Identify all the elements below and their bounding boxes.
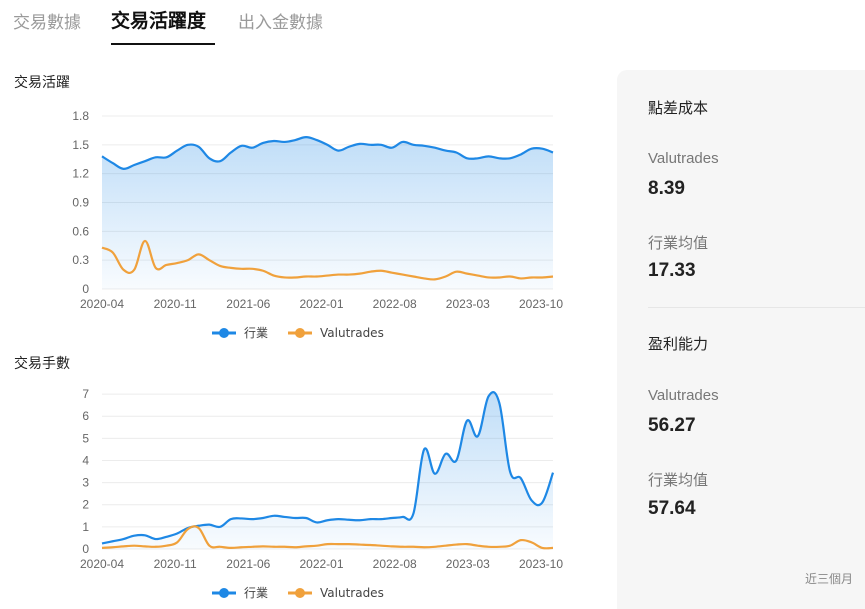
profit-avg-label: 行業均值 xyxy=(648,472,709,489)
spread-broker-value: 8.39 xyxy=(648,178,685,199)
legend-valutrades-marker xyxy=(295,588,305,598)
x-tick-label: 2023-10 xyxy=(519,557,563,571)
x-tick-label: 2022-08 xyxy=(373,557,417,571)
y-tick-label: 1 xyxy=(82,520,89,534)
y-tick-label: 0 xyxy=(82,542,89,556)
y-tick-label: 5 xyxy=(82,431,89,445)
panel-divider xyxy=(648,307,865,308)
y-tick-label: 4 xyxy=(82,453,89,467)
period-footnote: 近三個月 xyxy=(804,572,853,586)
metrics-panel: 點差成本 Valutrades 8.39 行業均值 17.33 盈利能力 Val… xyxy=(617,70,865,609)
y-tick-label: 7 xyxy=(82,387,89,401)
x-tick-label: 2021-06 xyxy=(226,557,270,571)
spread-avg-label: 行業均值 xyxy=(648,235,709,252)
lots-chart: 0 1 2 3 4 5 6 7 2020-04 2020-11 2021-06 2022-01 2022… xyxy=(80,387,563,600)
legend-industry-label: 行業 xyxy=(244,586,268,600)
profit-broker-label: Valutrades xyxy=(648,387,719,404)
industry-area-fill xyxy=(102,392,553,549)
spread-broker-label: Valutrades xyxy=(648,150,719,167)
x-tick-label: 2020-11 xyxy=(154,557,197,571)
y-tick-label: 3 xyxy=(82,476,89,490)
profit-avg-value: 57.64 xyxy=(648,498,696,519)
spread-cost-title: 點差成本 xyxy=(648,99,709,117)
chart-legend: 行業 Valutrades xyxy=(212,586,384,600)
y-tick-label: 2 xyxy=(82,498,89,512)
profit-broker-value: 56.27 xyxy=(648,415,696,436)
x-tick-label: 2023-03 xyxy=(446,557,490,571)
profitability-title: 盈利能力 xyxy=(648,335,709,353)
spread-avg-value: 17.33 xyxy=(648,260,696,281)
x-tick-label: 2020-04 xyxy=(80,557,124,571)
legend-valutrades-label: Valutrades xyxy=(320,586,384,600)
y-tick-label: 6 xyxy=(82,409,89,423)
legend-industry-marker xyxy=(219,588,229,598)
x-tick-label: 2022-01 xyxy=(299,557,343,571)
